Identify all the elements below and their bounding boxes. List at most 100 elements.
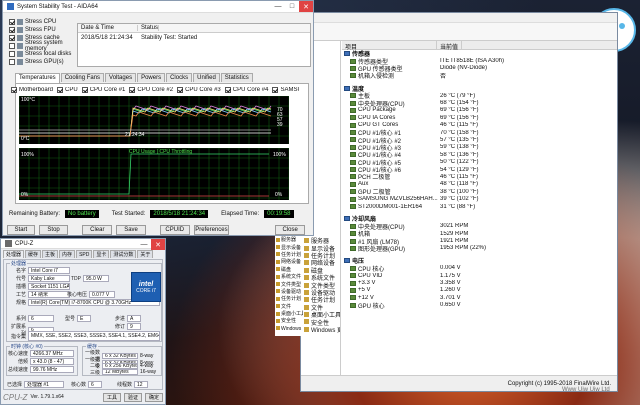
- cpuz-tab[interactable]: 主板: [42, 250, 59, 258]
- sensor-row[interactable]: 机箱入侵检测 否: [342, 72, 617, 80]
- explorer-item[interactable]: 文件类型: [275, 280, 303, 288]
- tree-item[interactable]: 任务计划: [301, 296, 340, 304]
- log-header-time[interactable]: Date & Time: [78, 25, 138, 31]
- log-list[interactable]: Date & Time Status 2018/5/18 21:24:34 St…: [77, 23, 311, 67]
- maximize-button[interactable]: □: [285, 1, 299, 12]
- sensor-row[interactable]: SAMSUNG MZVLB256HAH... 39 °C (102 °F): [342, 195, 617, 202]
- tree-item[interactable]: 文件: [301, 304, 340, 311]
- tree-item[interactable]: 任务计划: [301, 252, 340, 259]
- tree-item[interactable]: 桌面小工具: [301, 311, 340, 318]
- column-value[interactable]: 当前值: [437, 41, 463, 51]
- explorer-item[interactable]: 服务器: [275, 236, 303, 243]
- sensor-row[interactable]: 中央处理器(CPU) 68 °C (154 °F): [342, 99, 617, 108]
- checkbox[interactable]: [9, 19, 15, 25]
- title-bar[interactable]: System Stability Test - AIDA64 — □ ✕: [3, 1, 313, 13]
- legend-checkbox[interactable]: [272, 87, 279, 93]
- cpuz-tab[interactable]: 缓存: [25, 250, 42, 258]
- legend-item[interactable]: CPU Core #4: [224, 87, 268, 93]
- tree-item[interactable]: Windows 更新: [301, 326, 340, 333]
- tab-unified[interactable]: Unified: [193, 73, 220, 82]
- tools-button[interactable]: 工具: [102, 392, 121, 402]
- tree-item[interactable]: 显示设备: [301, 244, 340, 252]
- toolbar[interactable]: [301, 23, 617, 41]
- explorer-item[interactable]: 桌面小工具: [275, 310, 303, 317]
- explorer-item[interactable]: 任务计划: [275, 295, 303, 302]
- explorer-item[interactable]: 文件: [275, 303, 303, 310]
- cpuz-tab[interactable]: 显卡: [93, 250, 110, 258]
- tree-item[interactable]: 系统文件: [301, 274, 340, 281]
- explorer-item[interactable]: 任务计划: [275, 251, 303, 258]
- cpuz-tab[interactable]: 关于: [137, 250, 154, 258]
- checkbox[interactable]: [9, 35, 15, 41]
- cpuz-tab[interactable]: 测试分数: [110, 250, 137, 258]
- checkbox[interactable]: [9, 59, 15, 65]
- start-button[interactable]: Start: [7, 224, 35, 235]
- tab-temperatures[interactable]: Temperatures: [15, 73, 60, 83]
- stress-option[interactable]: Stress GPU(s): [9, 58, 75, 66]
- explorer-item[interactable]: 磁盘: [275, 266, 303, 273]
- menu-bar[interactable]: [301, 13, 617, 23]
- minimize-button[interactable]: —: [137, 239, 151, 250]
- checkbox[interactable]: [9, 27, 15, 33]
- cpuz-tab[interactable]: 处理器: [3, 250, 25, 258]
- close-button[interactable]: ✕: [299, 1, 313, 12]
- legend-checkbox[interactable]: [81, 87, 88, 93]
- minimize-button[interactable]: —: [271, 1, 285, 12]
- legend-checkbox[interactable]: [177, 87, 184, 93]
- tree-item[interactable]: 服务器: [301, 237, 340, 244]
- cpuz-tab[interactable]: SPD: [76, 250, 93, 258]
- stop-button[interactable]: Stop: [38, 224, 69, 235]
- sensor-row[interactable]: CPU Package 69 °C (156 °F): [342, 107, 617, 114]
- sensor-row[interactable]: CPU 核心 0.004 V: [342, 265, 617, 273]
- close-dialog-button[interactable]: Close: [275, 224, 305, 235]
- tab-statistics[interactable]: Statistics: [220, 73, 253, 82]
- stress-option[interactable]: Stress FPU: [9, 26, 75, 34]
- explorer-item[interactable]: 设备驱动: [275, 288, 303, 295]
- tree-item[interactable]: 安全性: [301, 318, 340, 326]
- stress-option[interactable]: Stress system memory: [9, 40, 75, 52]
- legend-item[interactable]: CPU: [57, 87, 78, 93]
- explorer-item[interactable]: 安全性: [275, 317, 303, 324]
- preferences-button[interactable]: Preferences: [193, 224, 230, 235]
- log-row[interactable]: 2018/5/18 21:24:34 Stability Test: Start…: [78, 33, 310, 42]
- legend-item[interactable]: CPU Core #2: [129, 87, 173, 93]
- column-item[interactable]: 项目: [342, 41, 437, 51]
- legend-checkbox[interactable]: [11, 87, 17, 93]
- legend-checkbox[interactable]: [129, 87, 136, 93]
- cpuz-title-bar[interactable]: CPU-Z — ✕: [1, 239, 165, 250]
- legend-checkbox[interactable]: [57, 87, 64, 93]
- explorer-item[interactable]: 显示设备: [275, 243, 303, 251]
- checkbox[interactable]: [9, 51, 15, 57]
- sensor-row[interactable]: CPU IA Cores 69 °C (156 °F): [342, 114, 617, 121]
- tree-item[interactable]: 网络设备: [301, 259, 340, 267]
- explorer-item[interactable]: Windows 更新: [275, 325, 303, 332]
- legend-item[interactable]: CPU Core #3: [177, 87, 221, 93]
- sensor-row[interactable]: GPU 核心 0.650 V: [342, 302, 617, 310]
- explorer-item[interactable]: 系统文件: [275, 273, 303, 280]
- cpuz-tab[interactable]: 内存: [59, 250, 76, 258]
- sensor-row[interactable]: +5 V 1.260 V: [342, 287, 617, 294]
- sensor-row[interactable]: ST2000DM001-1ER164 31 °C (88 °F): [342, 203, 617, 210]
- tab-powers[interactable]: Powers: [137, 73, 166, 82]
- sensor-row[interactable]: 图形处理器(GPU) 1953 RPM (22%): [342, 245, 617, 253]
- tab-voltages[interactable]: Voltages: [105, 73, 137, 82]
- explorer-item[interactable]: 网络设备: [275, 258, 303, 265]
- ok-button[interactable]: 确定: [144, 392, 163, 402]
- legend-item[interactable]: CPU Core #1: [81, 87, 125, 93]
- sensor-row[interactable]: GPU 二极管 38 °C (100 °F): [342, 188, 617, 196]
- legend-item[interactable]: SAMSUNG MZVLB256HAHQ-000L7: [272, 87, 299, 93]
- sensor-row[interactable]: CPU VID 1.175 V: [342, 272, 617, 279]
- selection-dropdown[interactable]: 处理器 #1: [24, 381, 64, 388]
- close-button[interactable]: ✕: [151, 239, 165, 250]
- cpuid-button[interactable]: CPUID: [159, 224, 190, 235]
- log-header-status[interactable]: Status: [138, 25, 160, 31]
- stress-option[interactable]: Stress local disks: [9, 50, 75, 58]
- clear-button[interactable]: Clear: [82, 224, 113, 235]
- legend-checkbox[interactable]: [224, 87, 231, 93]
- tab-clocks[interactable]: Clocks: [166, 73, 193, 82]
- tab-cooling-fans[interactable]: Cooling Fans: [60, 73, 105, 82]
- checkbox[interactable]: [9, 43, 15, 49]
- legend-item[interactable]: Motherboard: [11, 87, 53, 93]
- sensor-row[interactable]: +3.3 V 3.358 V: [342, 279, 617, 286]
- tree-item[interactable]: 文件类型: [301, 281, 340, 289]
